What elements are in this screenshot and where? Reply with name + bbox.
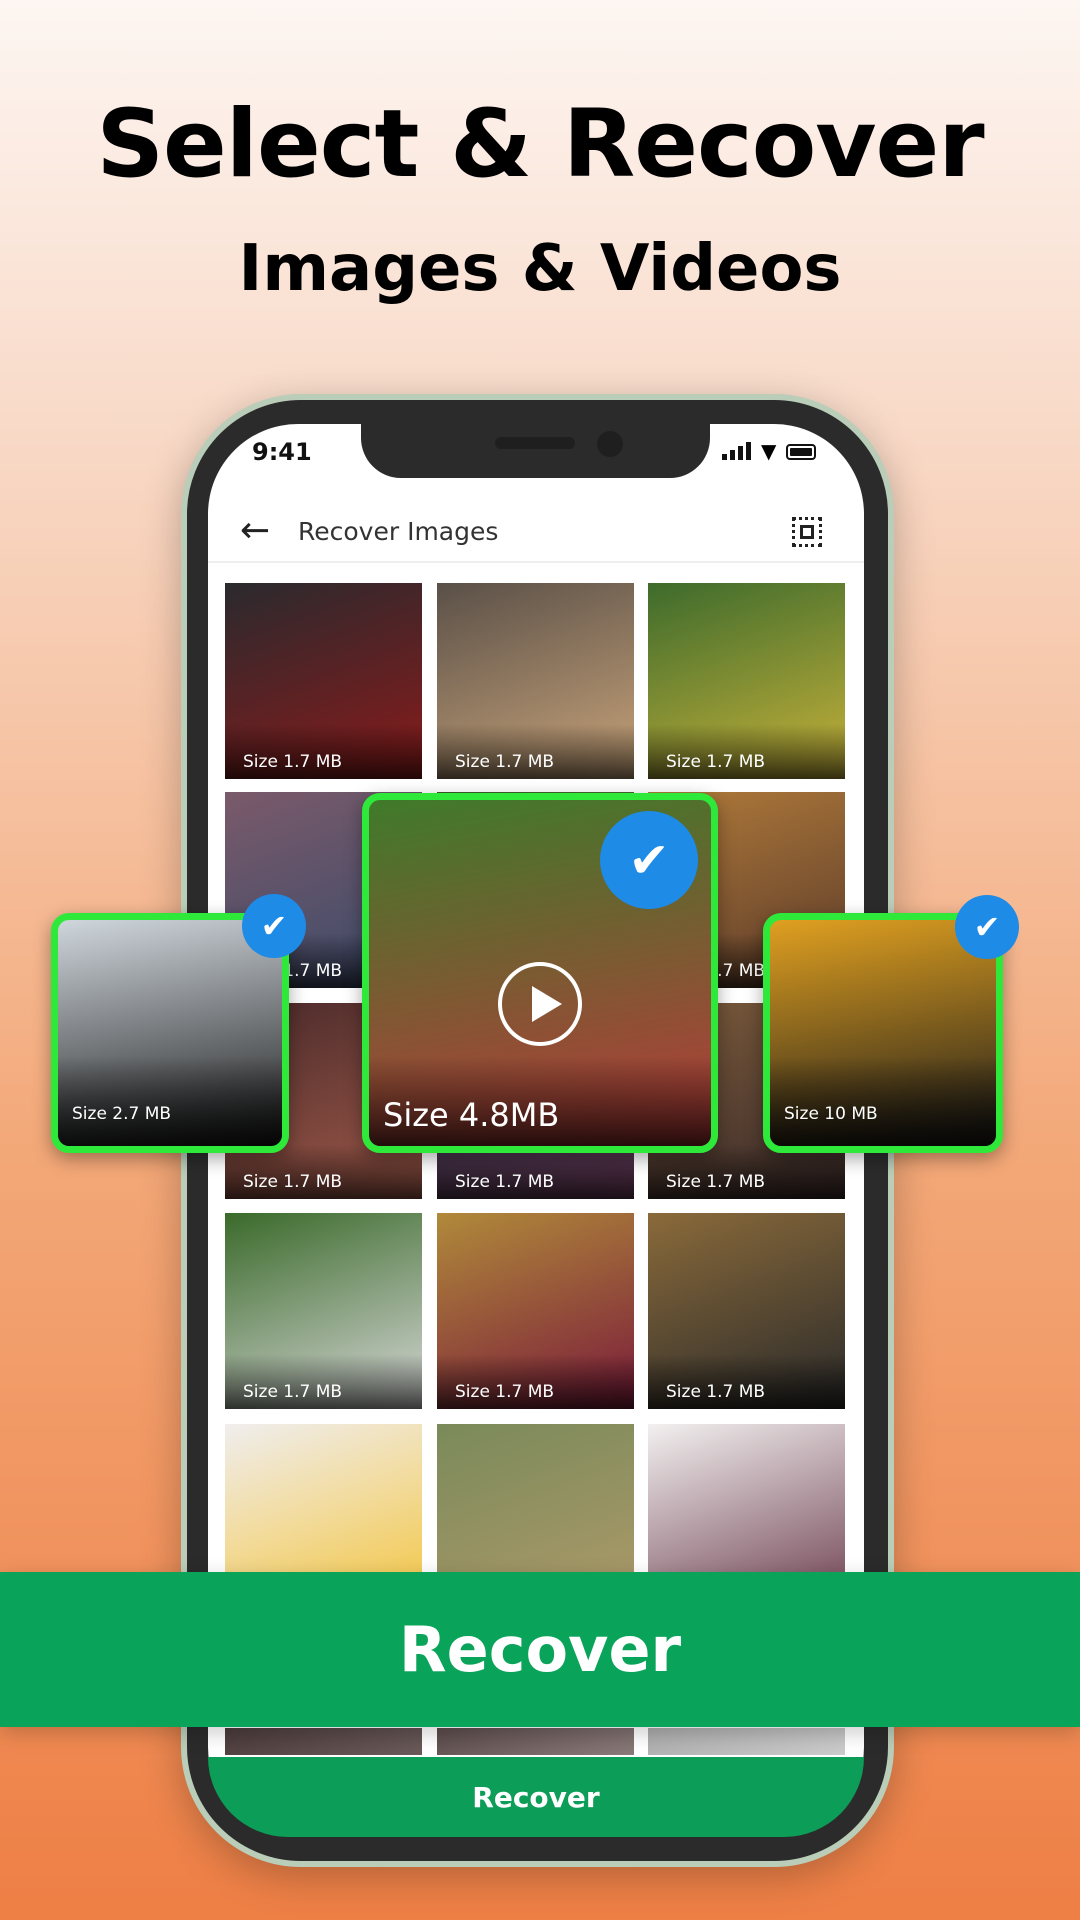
image-tile[interactable]: Size 1.7 MB xyxy=(437,1213,634,1409)
camera-icon xyxy=(597,431,623,457)
play-icon[interactable] xyxy=(498,962,582,1046)
select-all-icon[interactable] xyxy=(792,517,822,547)
image-size-label: Size 1.7 MB xyxy=(225,1354,422,1409)
image-tile[interactable] xyxy=(648,1728,845,1755)
recover-button[interactable]: Recover xyxy=(208,1757,864,1837)
image-size-label: Size 1.7 MB xyxy=(437,724,634,779)
media-size-label: Size 2.7 MB xyxy=(58,1056,282,1146)
media-size-label: Size 4.8MB xyxy=(369,1056,711,1146)
arrow-left-icon[interactable]: ← xyxy=(240,510,270,551)
signal-icon xyxy=(722,442,751,460)
recover-banner-button[interactable]: Recover xyxy=(0,1572,1080,1727)
image-tile[interactable]: Size 1.7 MB xyxy=(648,1213,845,1409)
headline-title: Select & Recover xyxy=(96,90,984,199)
image-size-label: Size 1.7 MB xyxy=(437,1354,634,1409)
image-tile[interactable]: Size 1.7 MB xyxy=(648,583,845,779)
wifi-icon: ▼ xyxy=(761,439,777,463)
media-size-label: Size 10 MB xyxy=(770,1056,996,1146)
status-icons: ▼ xyxy=(722,439,817,463)
image-tile[interactable]: Size 1.7 MB xyxy=(225,1213,422,1409)
image-tile[interactable] xyxy=(225,1728,422,1755)
check-icon[interactable]: ✔ xyxy=(955,895,1019,959)
image-tile[interactable]: Size 1.7 MB xyxy=(225,583,422,779)
headline-subtitle: Images & Videos xyxy=(238,232,842,306)
check-icon[interactable]: ✔ xyxy=(242,894,306,958)
speaker-icon xyxy=(495,437,575,449)
image-size-label: Size 1.7 MB xyxy=(648,1354,845,1409)
page-title: Recover Images xyxy=(298,517,499,546)
image-size-label: Size 1.7 MB xyxy=(225,724,422,779)
image-tile[interactable] xyxy=(437,1728,634,1755)
image-size-label: Size 1.7 MB xyxy=(648,724,845,779)
status-time: 9:41 xyxy=(252,438,312,466)
image-tile[interactable]: Size 1.7 MB xyxy=(437,583,634,779)
battery-icon xyxy=(786,444,817,460)
check-icon[interactable]: ✔ xyxy=(600,811,698,909)
